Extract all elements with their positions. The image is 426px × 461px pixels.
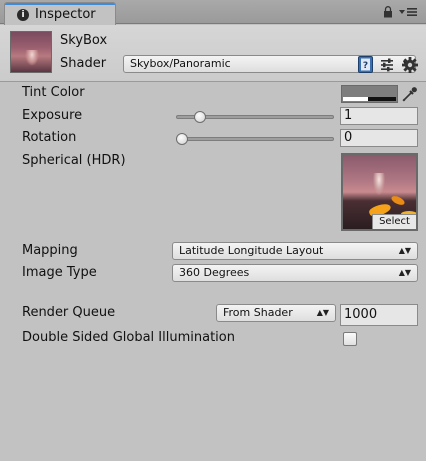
eyedropper-icon[interactable] <box>401 85 419 103</box>
tab-inspector-label: Inspector <box>35 7 96 22</box>
tint-color-label: Tint Color <box>22 85 85 100</box>
render-queue-mode-value: From Shader <box>223 306 293 319</box>
chevron-updown-icon: ▲▼ <box>398 246 411 255</box>
mapping-label: Mapping <box>22 243 78 258</box>
exposure-slider[interactable] <box>176 111 334 123</box>
svg-text:?: ? <box>363 61 368 71</box>
spherical-texture-slot[interactable]: Select <box>341 153 418 231</box>
chevron-updown-icon: ▲▼ <box>398 268 411 277</box>
image-type-dropdown[interactable]: 360 Degrees ▲▼ <box>172 264 418 282</box>
render-queue-label: Render Queue <box>22 305 116 320</box>
render-queue-mode-dropdown[interactable]: From Shader ▲▼ <box>216 304 336 322</box>
tint-color-field[interactable] <box>341 85 398 103</box>
render-queue-input[interactable]: 1000 <box>340 304 418 326</box>
shader-label: Shader <box>60 56 107 71</box>
image-type-label: Image Type <box>22 265 97 280</box>
preset-sliders-icon[interactable] <box>380 58 394 72</box>
info-icon: i <box>17 9 29 21</box>
tab-inspector[interactable]: i Inspector <box>4 2 116 25</box>
gear-icon[interactable] <box>401 56 419 74</box>
context-menu-icon[interactable] <box>398 7 418 17</box>
material-name: SkyBox <box>60 33 108 48</box>
exposure-input[interactable]: 1 <box>340 107 418 125</box>
image-type-dropdown-value: 360 Degrees <box>179 266 250 279</box>
mapping-dropdown-value: Latitude Longitude Layout <box>179 244 324 257</box>
lock-icon[interactable] <box>383 6 393 18</box>
shader-dropdown-value: Skybox/Panoramic <box>130 57 231 70</box>
exposure-slider-thumb[interactable] <box>194 111 206 123</box>
texture-preview-dome <box>373 173 385 195</box>
tint-color-alpha-bar <box>343 97 396 101</box>
tab-active-indicator <box>5 3 115 5</box>
tab-strip: i Inspector <box>0 0 426 25</box>
material-header: SkyBox Shader Skybox/Panoramic ▼ ? <box>0 25 426 82</box>
mapping-dropdown[interactable]: Latitude Longitude Layout ▲▼ <box>172 242 418 260</box>
exposure-label: Exposure <box>22 108 83 123</box>
double-sided-gi-checkbox[interactable] <box>343 332 357 346</box>
rotation-slider[interactable] <box>176 133 334 145</box>
tint-color-alpha-fill <box>343 97 368 101</box>
rotation-label: Rotation <box>22 130 77 145</box>
rotation-slider-thumb[interactable] <box>176 133 188 145</box>
rotation-input[interactable]: 0 <box>340 129 418 147</box>
texture-select-button[interactable]: Select <box>372 214 416 229</box>
spherical-hdr-label: Spherical (HDR) <box>22 153 126 168</box>
help-book-icon[interactable]: ? <box>358 56 373 73</box>
chevron-updown-icon: ▲▼ <box>316 308 329 317</box>
material-preview-thumbnail <box>10 31 52 73</box>
double-sided-gi-label: Double Sided Global Illumination <box>22 330 235 345</box>
